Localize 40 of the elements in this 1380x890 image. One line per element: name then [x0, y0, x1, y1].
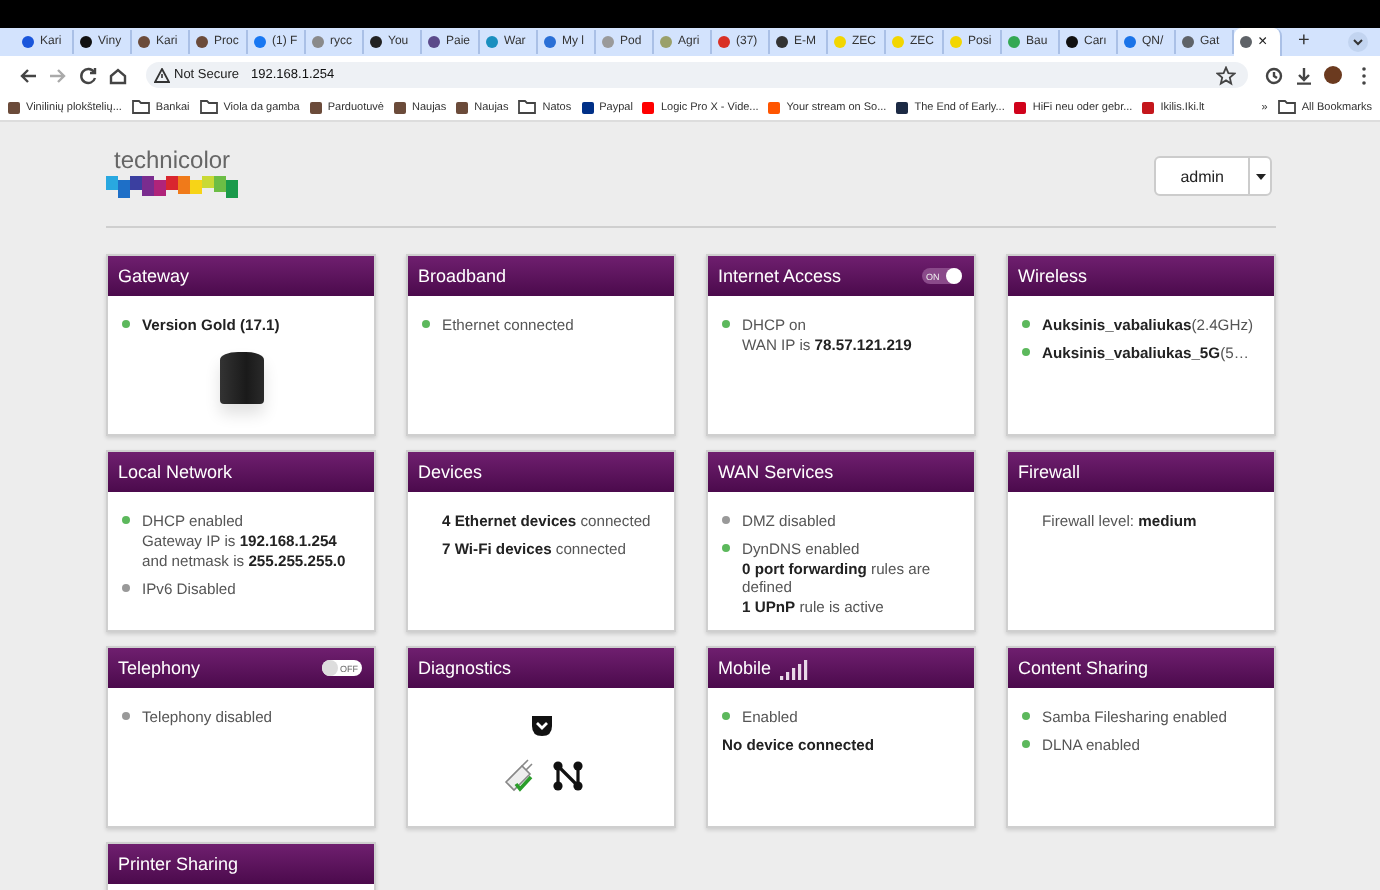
logo-text: technicolor: [114, 148, 231, 174]
menu-icon[interactable]: [1360, 65, 1368, 85]
status-card[interactable]: Diagnostics: [406, 646, 676, 828]
card-title: Devices: [418, 462, 483, 482]
home-icon[interactable]: [108, 65, 128, 85]
avatar-circle[interactable]: [1324, 66, 1342, 84]
back-icon[interactable]: [18, 65, 38, 85]
browser-tab[interactable]: ×: [1234, 28, 1282, 56]
folder-icon: [518, 98, 537, 116]
card-title: Diagnostics: [418, 658, 512, 678]
network-nodes-icon[interactable]: [551, 759, 583, 791]
card-title: WAN Services: [718, 462, 834, 482]
card-title: Firewall: [1018, 462, 1081, 482]
card-title: Wireless: [1018, 266, 1088, 286]
card-title: Content Sharing: [1018, 658, 1149, 678]
status-card[interactable]: Printer Sharing: [106, 842, 376, 890]
card-title: Gateway: [118, 266, 190, 286]
folder-icon: [131, 98, 150, 116]
card-title: Broadband: [418, 266, 507, 286]
chevron-down-icon[interactable]: [1348, 32, 1368, 52]
download-icon[interactable]: [1294, 65, 1314, 85]
chevron-badge-icon[interactable]: [530, 714, 554, 738]
star-icon[interactable]: [1216, 65, 1236, 85]
caret-down-icon: [1255, 173, 1265, 179]
card-title: Mobile: [718, 658, 772, 678]
color-stripe-drawing: [106, 176, 238, 200]
card-title: Internet Access: [718, 266, 842, 286]
clock-icon[interactable]: [1264, 65, 1284, 85]
card-title: Local Network: [118, 462, 233, 482]
folder-icon: [1277, 98, 1296, 116]
user-dropdown[interactable]: admin: [1154, 156, 1272, 196]
card-title: Printer Sharing: [118, 854, 239, 874]
reload-icon[interactable]: [78, 65, 98, 85]
folder-icon: [199, 98, 218, 116]
close-icon[interactable]: ×: [1258, 34, 1268, 50]
new-tab-button[interactable]: +: [1298, 32, 1310, 52]
router-drawing: [220, 352, 264, 404]
warning-icon: [154, 67, 170, 83]
card-title: Telephony: [118, 658, 201, 678]
cable-check-icon[interactable]: [501, 758, 533, 792]
